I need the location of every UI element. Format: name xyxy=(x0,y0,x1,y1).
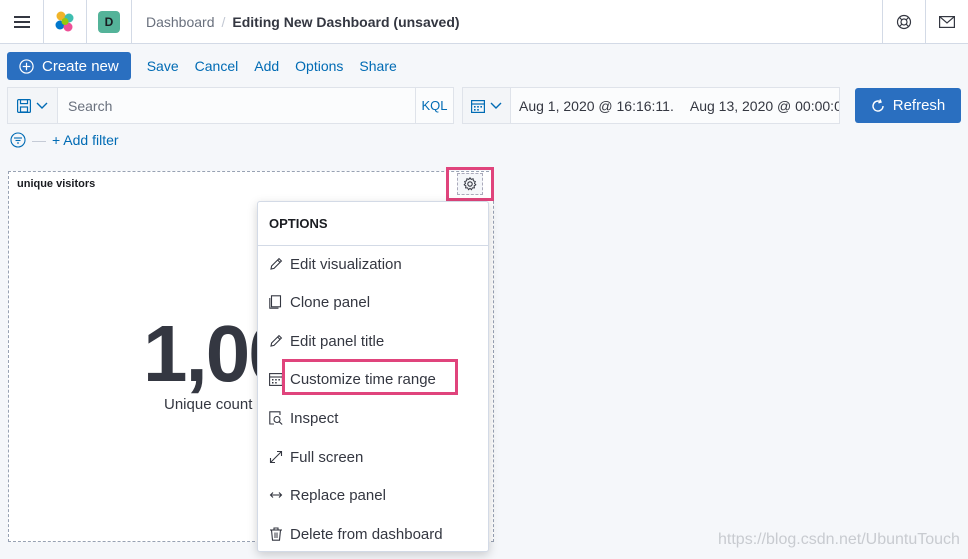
menu-item-inspect[interactable]: Inspect xyxy=(258,400,488,436)
app-header: D Dashboard / Editing New Dashboard (uns… xyxy=(0,0,968,44)
expand-icon xyxy=(269,450,283,464)
kql-language-button[interactable]: KQL xyxy=(415,88,453,123)
menu-item-clone-panel[interactable]: Clone panel xyxy=(258,284,488,320)
panel-options-highlight xyxy=(446,167,494,201)
refresh-label: Refresh xyxy=(892,97,946,114)
create-new-label: Create new xyxy=(42,57,119,75)
menu-item-label: Edit panel title xyxy=(290,332,385,350)
elastic-logo-icon xyxy=(55,11,74,31)
breadcrumb-current: Editing New Dashboard (unsaved) xyxy=(232,13,460,30)
chevron-down-icon xyxy=(490,102,502,109)
watermark: https://blog.csdn.net/UbuntuTouch xyxy=(718,531,960,548)
menu-item-edit-panel-title[interactable]: Edit panel title xyxy=(258,323,488,359)
search-input[interactable] xyxy=(58,88,415,123)
customize-time-range-highlight xyxy=(282,359,458,395)
chevron-down-icon xyxy=(36,102,48,109)
save-icon xyxy=(17,98,31,113)
menu-button[interactable] xyxy=(0,0,44,44)
search-group: KQL xyxy=(7,87,454,124)
calendar-icon xyxy=(269,373,283,386)
trash-icon xyxy=(270,527,282,541)
menu-item-label: Inspect xyxy=(290,409,339,427)
date-range: Aug 1, 2020 @ 16:16:11. Aug 13, 2020 @ 0… xyxy=(511,98,839,114)
quick-date-menu-button[interactable] xyxy=(463,88,511,123)
start-date[interactable]: Aug 1, 2020 @ 16:16:11. xyxy=(519,98,674,114)
menu-item-label: Delete from dashboard xyxy=(290,525,443,543)
date-picker: Aug 1, 2020 @ 16:16:11. Aug 13, 2020 @ 0… xyxy=(462,87,840,124)
query-bar: KQL Aug 1, 2020 @ 16:16:11. Aug 13, xyxy=(7,87,840,124)
newsfeed-button[interactable] xyxy=(925,0,968,44)
metric-label: Unique count xyxy=(164,396,253,413)
breadcrumb: Dashboard / Editing New Dashboard (unsav… xyxy=(132,14,882,30)
swap-icon xyxy=(269,492,283,498)
help-icon xyxy=(896,14,912,29)
space-avatar: D xyxy=(98,10,120,33)
create-new-button[interactable]: Create new xyxy=(7,52,131,80)
panel-title: unique visitors xyxy=(17,178,96,190)
breadcrumb-separator: / xyxy=(221,13,226,30)
calendar-icon xyxy=(471,99,485,113)
saved-query-button[interactable] xyxy=(8,88,58,123)
options-menu-title: OPTIONS xyxy=(258,202,488,246)
refresh-icon xyxy=(872,98,884,112)
filter-divider: — xyxy=(32,132,46,148)
elastic-logo-button[interactable] xyxy=(44,0,87,44)
cancel-link[interactable]: Cancel xyxy=(195,58,239,74)
menu-item-label: Full screen xyxy=(290,448,364,466)
menu-item-label: Replace panel xyxy=(290,486,386,504)
refresh-button[interactable]: Refresh xyxy=(855,88,961,123)
menu-item-label: Edit visualization xyxy=(290,255,402,273)
help-button[interactable] xyxy=(882,0,925,44)
share-link[interactable]: Share xyxy=(359,58,396,74)
copy-icon xyxy=(269,295,282,309)
save-link[interactable]: Save xyxy=(147,58,179,74)
pencil-icon xyxy=(270,257,283,270)
menu-item-delete-from-dashboard[interactable]: Delete from dashboard xyxy=(258,516,488,552)
menu-item-edit-visualization[interactable]: Edit visualization xyxy=(258,246,488,282)
gear-icon xyxy=(463,177,477,191)
space-selector[interactable]: D xyxy=(87,0,132,44)
filter-icon[interactable] xyxy=(10,132,26,148)
pencil-icon xyxy=(270,334,283,347)
panel-options-button[interactable] xyxy=(457,173,483,195)
menu-item-full-screen[interactable]: Full screen xyxy=(258,439,488,475)
plus-circle-icon xyxy=(19,58,34,74)
menu-icon xyxy=(13,15,30,28)
top-nav: Create new Save Cancel Add Options Share xyxy=(7,52,397,80)
add-link[interactable]: Add xyxy=(254,58,279,74)
inspect-icon xyxy=(269,411,283,425)
breadcrumb-dashboard[interactable]: Dashboard xyxy=(146,14,215,30)
options-link[interactable]: Options xyxy=(295,58,343,74)
menu-item-label: Clone panel xyxy=(290,293,371,311)
header-actions xyxy=(882,0,968,44)
menu-item-replace-panel[interactable]: Replace panel xyxy=(258,477,488,513)
add-filter-link[interactable]: + Add filter xyxy=(52,132,119,148)
mail-icon xyxy=(939,15,955,28)
filter-bar: — + Add filter xyxy=(10,132,119,148)
end-date[interactable]: Aug 13, 2020 @ 00:00:0 xyxy=(690,98,839,114)
